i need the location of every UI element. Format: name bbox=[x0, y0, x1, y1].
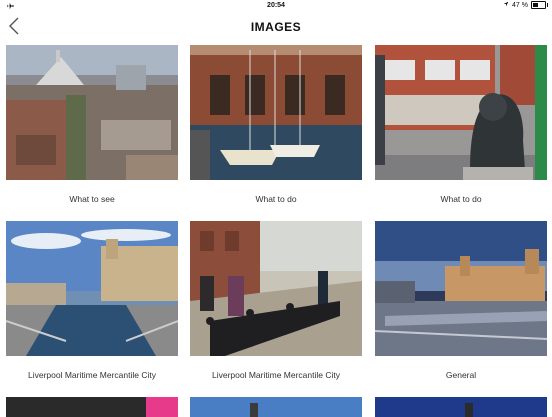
tile-caption: What to do bbox=[440, 194, 482, 204]
thumbnail-waterfront-walk bbox=[190, 221, 362, 356]
thumbnail-dock-canal bbox=[6, 221, 178, 356]
image-tile[interactable] bbox=[375, 397, 547, 417]
location-icon bbox=[503, 1, 509, 9]
tile-caption: What to do bbox=[255, 194, 297, 204]
tile-caption: What to see bbox=[69, 194, 115, 204]
status-bar: 20:54 47 % bbox=[0, 0, 552, 12]
thumbnail-pier-head bbox=[375, 221, 547, 356]
image-tile[interactable]: What to see bbox=[6, 45, 178, 204]
thumbnail-lion-statue bbox=[375, 45, 547, 180]
battery-icon bbox=[531, 1, 548, 9]
image-tile[interactable]: Liverpool Maritime Mercantile City bbox=[6, 221, 178, 380]
battery-percent: 47 % bbox=[512, 1, 528, 9]
image-tile[interactable]: What to do bbox=[375, 45, 547, 204]
thumbnail-partial bbox=[6, 397, 178, 417]
tile-caption: Liverpool Maritime Mercantile City bbox=[211, 370, 340, 380]
thumbnail-partial bbox=[190, 397, 362, 417]
image-tile[interactable] bbox=[190, 397, 362, 417]
image-tile[interactable] bbox=[6, 397, 178, 417]
thumbnail-harbour-boats bbox=[190, 45, 362, 180]
tile-caption: General bbox=[445, 370, 477, 380]
page-title: IMAGES bbox=[250, 20, 302, 34]
thumbnail-partial bbox=[375, 397, 547, 417]
tile-caption: Liverpool Maritime Mercantile City bbox=[27, 370, 156, 380]
nav-bar: IMAGES bbox=[0, 12, 552, 40]
image-tile[interactable]: Liverpool Maritime Mercantile City bbox=[190, 221, 362, 380]
thumbnail-city-aerial bbox=[6, 45, 178, 180]
status-time: 20:54 bbox=[267, 2, 285, 9]
status-right: 47 % bbox=[503, 1, 548, 9]
image-tile[interactable]: What to do bbox=[190, 45, 362, 204]
image-tile[interactable]: General bbox=[375, 221, 547, 380]
